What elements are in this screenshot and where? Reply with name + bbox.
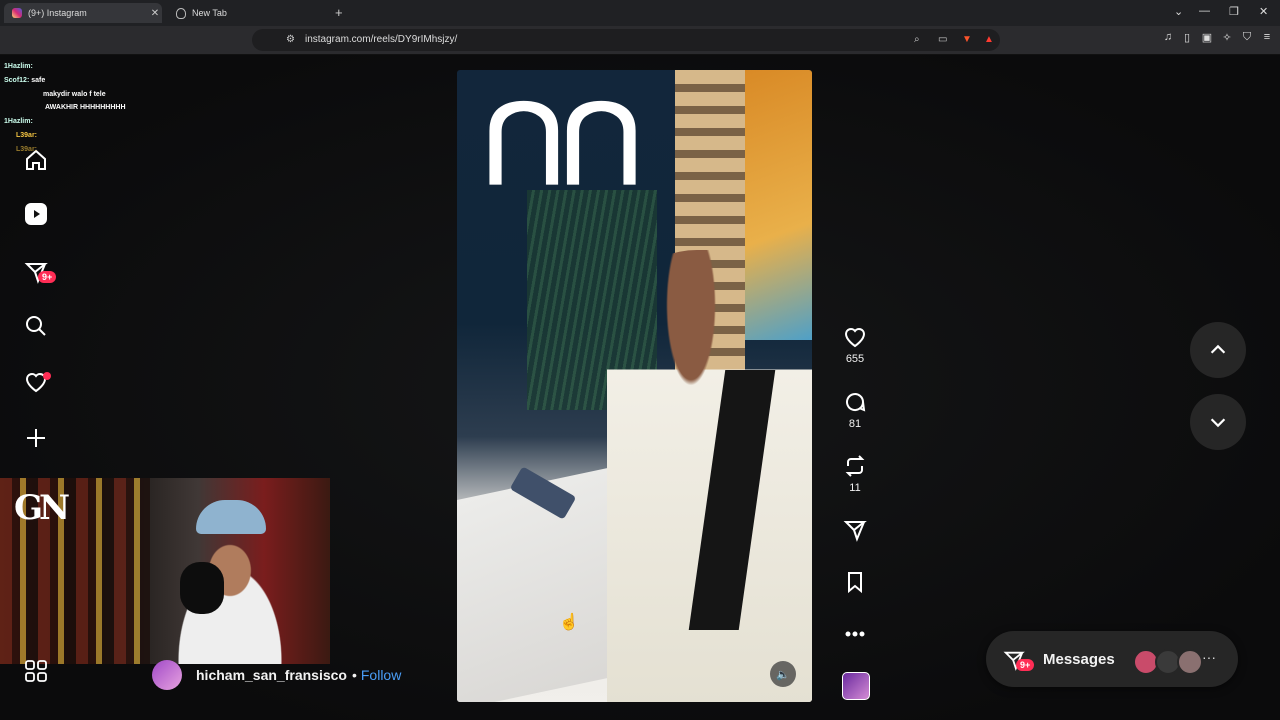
cast-icon[interactable]: ▭ [938,34,947,45]
share-icon[interactable] [843,518,867,542]
stream-chat-overlay: 1Hazlim: Scof12: safe makydir walo f tel… [4,60,174,157]
vpn-icon[interactable]: ⛉ [1240,31,1254,44]
wallet-icon[interactable]: ▣ [1200,31,1214,44]
site-settings-icon[interactable]: ⚙ [286,34,295,45]
chat-line: 1Hazlim: [4,63,33,70]
repost-icon[interactable] [843,454,867,478]
browser-tab-bar: (9+) Instagram ✕ New Tab + ⌄ — ❐ ✕ [0,0,1280,26]
previous-reel-button[interactable] [1190,322,1246,378]
channel-logo: GN [14,488,70,528]
messages-button[interactable]: 9+ Messages ··· [986,631,1238,687]
direct-badge: 9+ [38,271,57,283]
tab-new-tab[interactable]: New Tab [168,3,328,23]
comment-icon[interactable] [843,390,867,414]
more-icon[interactable] [843,622,867,646]
repost-count: 11 [849,482,861,494]
brave-rewards-icon[interactable]: ▲ [984,34,994,45]
chat-line: AWAKHIR HHHHHHHHH [45,104,126,112]
author-username[interactable]: hicham_san_fransisco [196,667,347,683]
next-reel-button[interactable] [1190,394,1246,450]
sidebar-toggle-icon[interactable]: ▯ [1180,31,1194,44]
close-window-button[interactable]: ✕ [1259,5,1268,18]
comment-count: 81 [848,418,862,430]
leo-ai-icon[interactable]: ✧ [1220,31,1234,44]
messages-badge: 9+ [1016,659,1035,671]
media-icon[interactable]: ♫ [1161,31,1175,43]
address-toolbar: ⚙ instagram.com/reels/DY9rIMhsjzy/ ⌕ ▭ ▼… [0,26,1280,55]
like-action[interactable]: 655 [838,325,872,365]
url-text[interactable]: instagram.com/reels/DY9rIMhsjzy/ [305,34,457,45]
tab-title: (9+) Instagram [28,8,87,18]
save-action[interactable] [838,570,872,594]
menu-icon[interactable]: ≡ [1260,31,1274,43]
reel-video[interactable]: ⋂⋂ ☝ 🔈 [457,70,812,702]
audio-thumbnail[interactable] [842,672,870,700]
reel-author: hicham_san_fransisco • Follow [152,660,401,690]
streamer-cap [196,500,266,534]
speaker-icon: 🔈 [776,668,790,681]
brave-shields-icon[interactable]: ▼ [962,34,972,45]
search-icon[interactable] [22,312,50,340]
notification-dot [43,372,51,380]
tab-search-icon[interactable]: ⌄ [1174,5,1183,18]
reels-icon[interactable] [22,200,50,228]
grid-icon[interactable] [25,660,47,682]
tab-title: New Tab [192,8,227,18]
restore-button[interactable]: ❐ [1229,5,1239,18]
zoom-icon[interactable]: ⌕ [914,34,920,45]
omnibox[interactable]: ⚙ instagram.com/reels/DY9rIMhsjzy/ ⌕ ▭ ▼… [252,29,1000,51]
streamer [150,518,310,664]
chat-line: makydir walo f tele [43,90,106,98]
chevron-up-icon [1210,344,1226,354]
chat-avatar [1177,649,1203,675]
repost-action[interactable]: 11 [838,454,872,494]
brave-shield-icon [176,7,186,19]
tab-close-icon[interactable]: ✕ [148,8,162,19]
create-icon[interactable] [22,424,50,452]
like-icon[interactable] [843,325,867,349]
instagram-favicon-icon [12,8,22,18]
separator: • [351,667,357,683]
comment-action[interactable]: 81 [838,390,872,430]
like-count: 655 [845,353,865,365]
microphone [180,562,224,614]
follow-button[interactable]: Follow [361,667,401,683]
chat-line: L39ar: [16,131,38,139]
chat-line: Scof12: safe [4,76,46,84]
messages-more-icon[interactable]: ··· [1202,649,1216,665]
more-options-action[interactable] [838,622,872,646]
chevron-down-icon [1210,418,1226,428]
mcdonalds-logo-icon: ⋂⋂ [485,82,641,189]
new-tab-button[interactable]: + [335,5,343,20]
streamer-webcam: GN [0,478,330,664]
bookmark-save-icon[interactable] [843,570,867,594]
mouse-cursor-icon: ☝ [559,614,579,631]
mute-button[interactable]: 🔈 [770,661,796,687]
minimize-button[interactable]: — [1199,5,1210,17]
author-avatar[interactable] [152,660,182,690]
chat-line: L39ar: [16,145,38,153]
recent-chat-avatars [1133,649,1203,675]
share-action[interactable] [838,518,872,542]
tab-instagram[interactable]: (9+) Instagram ✕ [4,3,162,23]
chat-line: 1Hazlim: [4,118,33,126]
messages-label: Messages [1043,651,1115,668]
